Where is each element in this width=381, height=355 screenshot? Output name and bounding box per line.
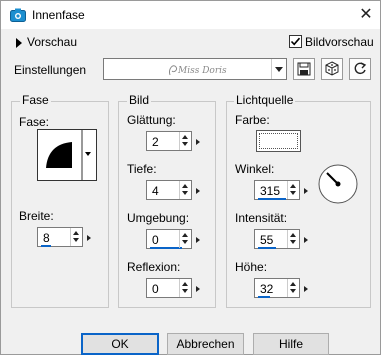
depth-label: Tiefe:	[127, 162, 157, 176]
intensity-value: 55	[260, 233, 274, 247]
angle-spinner[interactable]: 315	[254, 180, 308, 200]
spin-up-icon[interactable]	[73, 231, 79, 235]
depth-value: 4	[152, 184, 159, 198]
angle-dial-icon	[318, 164, 358, 204]
randomize-button[interactable]	[321, 58, 343, 80]
bevel-shape-label: Fase:	[19, 115, 50, 129]
window-title: Innenfase	[32, 8, 85, 22]
ambience-value: 0	[152, 233, 159, 247]
smoothness-spin-buttons[interactable]	[179, 132, 191, 150]
spin-down-icon[interactable]	[182, 191, 188, 195]
intensity-slider-arrow-icon[interactable]	[302, 230, 312, 248]
help-button[interactable]: Hilfe	[253, 333, 329, 355]
live-preview-label: Bildvorschau	[305, 35, 374, 49]
reset-button[interactable]	[349, 58, 371, 80]
elevation-spin-buttons[interactable]	[287, 279, 299, 297]
spin-down-icon[interactable]	[182, 240, 188, 244]
floppy-disk-icon	[297, 62, 311, 76]
ambience-label: Umgebung:	[127, 211, 190, 225]
spin-down-icon[interactable]	[182, 289, 188, 293]
title-bar: Innenfase ✕	[1, 1, 380, 29]
elevation-spinner[interactable]: 32	[254, 278, 308, 298]
bevel-shape-picker[interactable]	[37, 129, 97, 181]
spin-down-icon[interactable]	[290, 289, 296, 293]
width-spinner[interactable]: 8	[37, 227, 91, 247]
width-underline	[41, 245, 51, 247]
bevel-shape-icon	[46, 130, 91, 180]
smoothness-label: Glättung:	[127, 113, 176, 127]
chevron-down-icon	[275, 67, 283, 72]
spin-down-icon[interactable]	[182, 142, 188, 146]
watermark-logo: Miss Doris	[164, 61, 244, 77]
spin-up-icon[interactable]	[182, 135, 188, 139]
live-preview-checkbox[interactable]	[289, 35, 302, 48]
reflection-label: Reflexion:	[127, 260, 181, 274]
spin-up-icon[interactable]	[182, 184, 188, 188]
angle-slider-arrow-icon[interactable]	[302, 181, 312, 199]
intensity-label: Intensität:	[235, 211, 288, 225]
reset-icon	[354, 62, 367, 75]
reflection-slider-arrow-icon[interactable]	[194, 279, 204, 297]
smoothness-value: 2	[152, 135, 159, 149]
angle-value: 315	[260, 184, 281, 198]
svg-text:Miss Doris: Miss Doris	[177, 66, 227, 76]
spin-up-icon[interactable]	[182, 282, 188, 286]
width-label: Breite:	[19, 209, 54, 223]
ok-button[interactable]: OK	[81, 333, 159, 355]
spin-down-icon[interactable]	[290, 191, 296, 195]
width-slider-arrow-icon[interactable]	[85, 228, 95, 246]
save-preset-button[interactable]	[293, 58, 315, 80]
preset-select[interactable]: Miss Doris	[103, 58, 287, 80]
angle-underline	[258, 198, 286, 200]
dialog-window: Innenfase ✕ Vorschau Bildvorschau Einste…	[0, 0, 381, 355]
elevation-label: Höhe:	[235, 260, 268, 274]
intensity-spin-buttons[interactable]	[287, 230, 299, 248]
light-color-swatch[interactable]	[256, 130, 301, 152]
smoothness-slider-arrow-icon[interactable]	[194, 132, 204, 150]
preview-toggle-label[interactable]: Vorschau	[27, 35, 77, 49]
app-icon	[10, 8, 26, 22]
width-value: 8	[43, 231, 50, 245]
depth-spinner[interactable]: 4	[146, 180, 200, 200]
light-color-label: Farbe:	[235, 113, 270, 127]
width-spin-buttons[interactable]	[70, 228, 82, 246]
intensity-spinner[interactable]: 55	[254, 229, 308, 249]
bevel-group-title: Fase	[20, 93, 51, 107]
ambience-slider-arrow-icon[interactable]	[194, 230, 204, 248]
dice-icon	[325, 61, 339, 76]
depth-spin-buttons[interactable]	[179, 181, 191, 199]
spin-down-icon[interactable]	[290, 240, 296, 244]
light-group-title: Lichtquelle	[234, 93, 296, 107]
reflection-spinner[interactable]: 0	[146, 278, 200, 298]
expand-triangle-icon[interactable]	[16, 38, 22, 48]
spin-up-icon[interactable]	[290, 233, 296, 237]
close-icon[interactable]: ✕	[356, 5, 376, 25]
ambience-underline	[150, 247, 182, 249]
angle-dial[interactable]	[317, 163, 359, 205]
angle-spin-buttons[interactable]	[287, 181, 299, 199]
spin-up-icon[interactable]	[290, 184, 296, 188]
settings-label: Einstellungen	[14, 63, 87, 77]
angle-label: Winkel:	[235, 162, 275, 176]
spin-up-icon[interactable]	[290, 282, 296, 286]
elevation-value: 32	[260, 282, 274, 296]
elevation-slider-arrow-icon[interactable]	[302, 279, 312, 297]
ambience-spinner[interactable]: 0	[146, 229, 200, 249]
spin-down-icon[interactable]	[73, 238, 79, 242]
cancel-button[interactable]: Abbrechen	[167, 333, 244, 355]
spin-up-icon[interactable]	[182, 233, 188, 237]
smoothness-spinner[interactable]: 2	[146, 131, 200, 151]
preset-dropdown-button[interactable]	[271, 59, 286, 79]
reflection-value: 0	[152, 282, 159, 296]
intensity-underline	[258, 247, 276, 249]
ambience-spin-buttons[interactable]	[179, 230, 191, 248]
depth-slider-arrow-icon[interactable]	[194, 181, 204, 199]
reflection-spin-buttons[interactable]	[179, 279, 191, 297]
image-group-title: Bild	[127, 93, 152, 107]
elevation-underline	[258, 296, 270, 298]
